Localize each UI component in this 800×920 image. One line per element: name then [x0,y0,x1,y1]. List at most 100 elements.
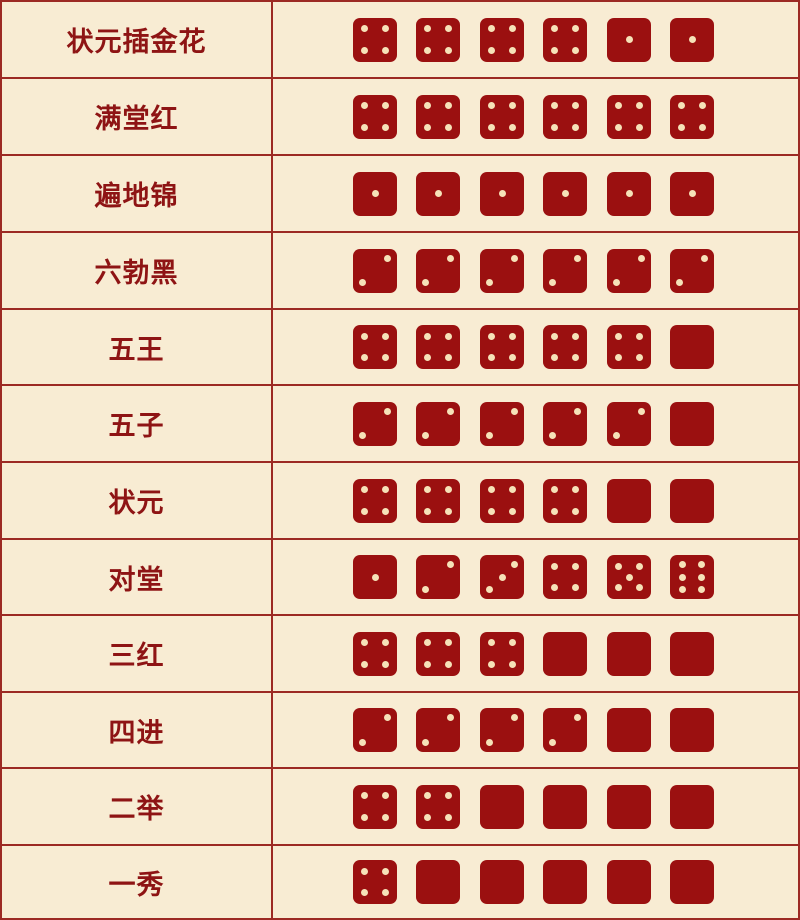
die-face-4-icon [353,478,397,523]
die-pip [423,507,431,515]
die-pip [509,660,517,668]
die-pip [486,432,494,440]
die-face-4-icon [353,94,397,139]
table-row: 三红 [2,616,798,693]
die-blank-icon [670,708,714,752]
die-face-1-icon [353,171,397,216]
die-pip [487,102,495,110]
dice-cell [273,79,798,154]
combination-name: 对堂 [2,540,273,614]
die-pip [423,123,431,131]
die-pip [382,792,390,800]
die-pip [487,507,495,515]
die-pip [360,123,368,131]
die-pip [382,867,390,875]
die-pip [382,354,390,362]
die-pip [382,486,390,494]
die-pip [676,279,684,287]
die-pip [445,507,453,515]
table-row: 五子 [2,386,798,463]
die-pip [382,639,390,647]
die-pip [487,25,495,33]
die-pip [636,123,644,131]
die-pip [614,332,622,340]
die-pip [487,639,495,647]
die-blank-icon [543,631,587,676]
die-pip [445,486,453,494]
die-pip [487,486,495,494]
die-face-2-icon [416,401,460,446]
die-pip [550,507,558,515]
die-pip [510,407,518,415]
die-pip [360,486,368,494]
die-face-4-icon [543,555,587,599]
die-pip [360,792,368,800]
die-pip [636,332,644,340]
die-pip [636,584,644,592]
die-face-4-icon [543,325,587,369]
die-face-4-icon [543,94,587,139]
die-face-4-icon [480,325,524,369]
die-pip [625,573,633,581]
die-pip [382,889,390,897]
die-blank-icon [670,860,714,904]
die-blank-icon [670,325,714,369]
die-pip [510,254,518,262]
die-pip [423,486,431,494]
die-blank-icon [607,784,651,829]
die-face-1-icon [416,171,460,216]
dice-cell [273,386,798,461]
die-pip [699,102,707,110]
die-face-4-icon [353,860,397,904]
die-face-4-icon [480,631,524,676]
die-face-4-icon [543,17,587,62]
combination-name: 五王 [2,310,273,384]
die-pip [359,279,367,287]
die-face-4-icon [353,325,397,369]
die-pip [487,332,495,340]
die-pip [549,279,557,287]
dice-cell [273,846,798,918]
die-pip [445,354,453,362]
dice-cell [273,156,798,231]
die-pip [613,432,621,440]
die-pip [572,102,580,110]
die-pip [383,254,391,262]
die-pip [636,562,644,570]
die-pip [573,714,581,722]
die-pip [572,123,580,131]
die-pip [423,332,431,340]
die-pip [360,867,368,875]
die-blank-icon [480,784,524,829]
die-blank-icon [607,631,651,676]
die-face-2-icon [670,248,714,293]
die-pip [423,660,431,668]
die-pip [572,507,580,515]
die-pip [698,585,706,593]
die-face-4-icon [480,94,524,139]
die-blank-icon [607,860,651,904]
die-pip [572,354,580,362]
combination-name: 五子 [2,386,273,461]
die-pip [561,190,569,197]
die-face-2-icon [543,248,587,293]
die-pip [625,36,633,43]
die-face-4-icon [607,94,651,139]
combination-name: 一秀 [2,846,273,918]
die-face-4-icon [416,478,460,523]
die-pip [487,123,495,131]
die-face-4-icon [416,17,460,62]
die-pip [549,738,557,746]
die-pip [613,279,621,287]
die-pip [360,639,368,647]
combination-name: 满堂红 [2,79,273,154]
die-pip [550,25,558,33]
dice-cell [273,463,798,538]
die-blank-icon [607,478,651,523]
die-pip [614,102,622,110]
die-pip [422,279,430,287]
die-pip [445,123,453,131]
die-face-2-icon [480,401,524,446]
die-pip [678,573,686,581]
die-blank-icon [607,708,651,752]
